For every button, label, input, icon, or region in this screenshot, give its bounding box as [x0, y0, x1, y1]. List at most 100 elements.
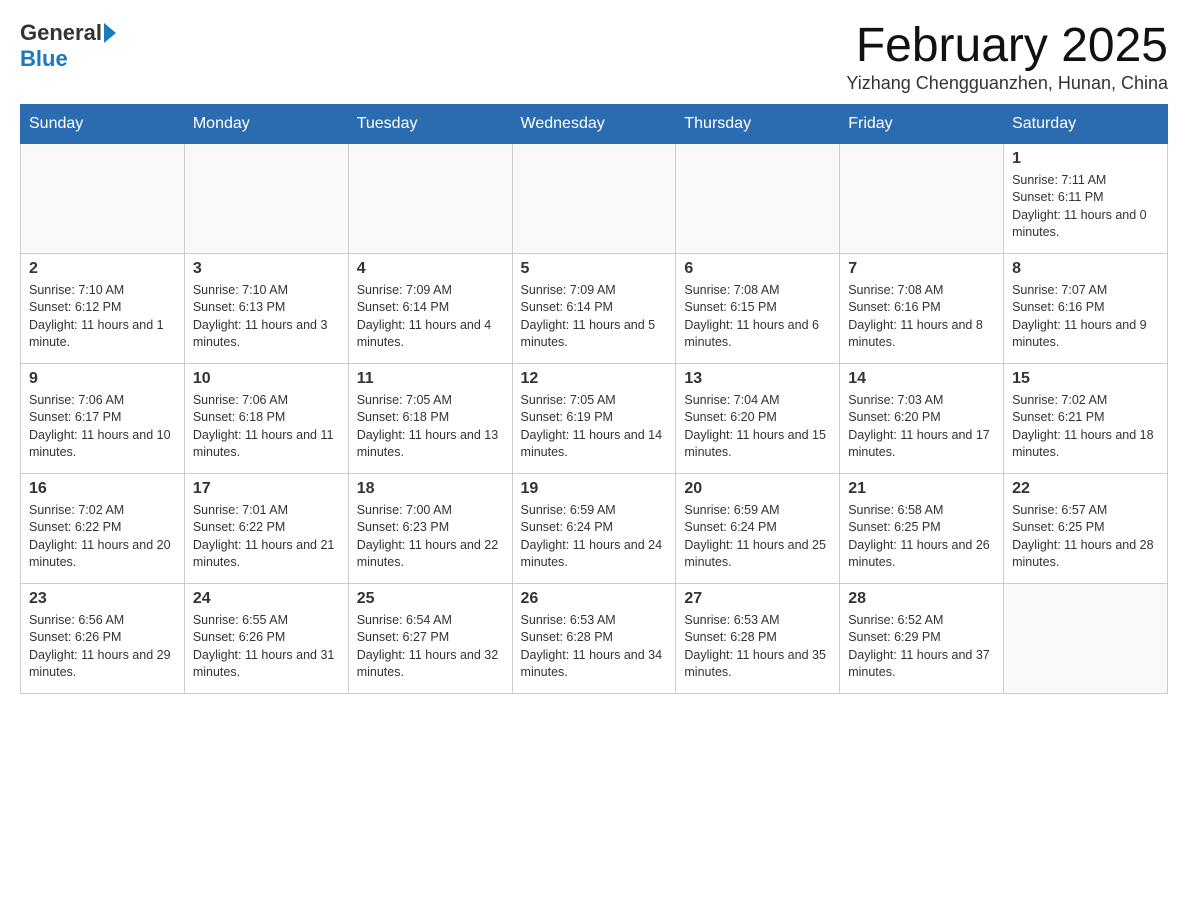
day-info: Sunrise: 7:01 AM Sunset: 6:22 PM Dayligh…	[193, 502, 340, 572]
day-header-wednesday: Wednesday	[512, 104, 676, 143]
day-info: Sunrise: 7:09 AM Sunset: 6:14 PM Dayligh…	[357, 282, 504, 352]
location-text: Yizhang Chengguanzhen, Hunan, China	[846, 73, 1168, 94]
calendar-day-cell: 14Sunrise: 7:03 AM Sunset: 6:20 PM Dayli…	[840, 363, 1004, 473]
day-header-thursday: Thursday	[676, 104, 840, 143]
day-info: Sunrise: 6:56 AM Sunset: 6:26 PM Dayligh…	[29, 612, 176, 682]
day-header-saturday: Saturday	[1004, 104, 1168, 143]
day-info: Sunrise: 7:10 AM Sunset: 6:12 PM Dayligh…	[29, 282, 176, 352]
day-number: 24	[193, 590, 340, 608]
calendar-week-row: 16Sunrise: 7:02 AM Sunset: 6:22 PM Dayli…	[21, 473, 1168, 583]
calendar-day-cell: 21 Sunrise: 6:58 AM Sunset: 6:25 PM Dayli…	[840, 473, 1004, 583]
calendar-day-cell: 18 Sunrise: 7:00 AM Sunset: 6:23 PM Dayli…	[348, 473, 512, 583]
calendar-day-cell: 13 Sunrise: 7:04 AM Sunset: 6:20 PM Dayli…	[676, 363, 840, 473]
calendar-day-cell: 15 Sunrise: 7:02 AM Sunset: 6:21 PM Dayli…	[1004, 363, 1168, 473]
day-info: Sunrise: 6:53 AM Sunset: 6:28 PM Dayligh…	[684, 612, 831, 682]
calendar-day-cell	[1004, 583, 1168, 693]
day-info: Sunrise: 7:11 AM Sunset: 6:11 PM Dayligh…	[1012, 172, 1159, 242]
day-number: 7	[848, 260, 995, 278]
day-number: 27	[684, 590, 831, 608]
day-info: Sunrise: 6:52 AM Sunset: 6:29 PM Dayligh…	[848, 612, 995, 682]
calendar-week-row: 1 Sunrise: 7:11 AM Sunset: 6:11 PM Daylig…	[21, 143, 1168, 253]
day-header-monday: Monday	[184, 104, 348, 143]
day-info: Sunrise: 6:55 AM Sunset: 6:26 PM Dayligh…	[193, 612, 340, 682]
calendar-day-cell	[21, 143, 185, 253]
day-number: 1	[1012, 150, 1159, 168]
day-number: 12	[521, 370, 668, 388]
calendar-table: SundayMondayTuesdayWednesdayThursdayFrid…	[20, 104, 1168, 694]
day-number: 20	[684, 480, 831, 498]
calendar-day-cell: 27 Sunrise: 6:53 AM Sunset: 6:28 PM Dayli…	[676, 583, 840, 693]
day-number: 8	[1012, 260, 1159, 278]
day-header-tuesday: Tuesday	[348, 104, 512, 143]
calendar-day-cell: 2 Sunrise: 7:10 AM Sunset: 6:12 PM Daylig…	[21, 253, 185, 363]
day-number: 22	[1012, 480, 1159, 498]
day-number: 21	[848, 480, 995, 498]
day-info: Sunrise: 7:03 AM Sunset: 6:20 PM Dayligh…	[848, 392, 995, 462]
day-info: Sunrise: 6:59 AM Sunset: 6:24 PM Dayligh…	[521, 502, 668, 572]
logo-arrow-icon	[104, 23, 116, 43]
day-number: 25	[357, 590, 504, 608]
calendar-day-cell: 5Sunrise: 7:09 AM Sunset: 6:14 PM Daylig…	[512, 253, 676, 363]
day-number: 19	[521, 480, 668, 498]
calendar-header-row: SundayMondayTuesdayWednesdayThursdayFrid…	[21, 104, 1168, 143]
calendar-week-row: 23 Sunrise: 6:56 AM Sunset: 6:26 PM Dayli…	[21, 583, 1168, 693]
calendar-day-cell: 1 Sunrise: 7:11 AM Sunset: 6:11 PM Daylig…	[1004, 143, 1168, 253]
day-info: Sunrise: 6:58 AM Sunset: 6:25 PM Dayligh…	[848, 502, 995, 572]
day-info: Sunrise: 7:08 AM Sunset: 6:15 PM Dayligh…	[684, 282, 831, 352]
calendar-day-cell	[676, 143, 840, 253]
title-section: February 2025 Yizhang Chengguanzhen, Hun…	[846, 20, 1168, 94]
day-number: 17	[193, 480, 340, 498]
day-number: 4	[357, 260, 504, 278]
day-header-friday: Friday	[840, 104, 1004, 143]
calendar-day-cell: 22Sunrise: 6:57 AM Sunset: 6:25 PM Dayli…	[1004, 473, 1168, 583]
calendar-day-cell: 12 Sunrise: 7:05 AM Sunset: 6:19 PM Dayli…	[512, 363, 676, 473]
day-number: 15	[1012, 370, 1159, 388]
day-info: Sunrise: 7:00 AM Sunset: 6:23 PM Dayligh…	[357, 502, 504, 572]
day-info: Sunrise: 7:02 AM Sunset: 6:21 PM Dayligh…	[1012, 392, 1159, 462]
calendar-day-cell: 23 Sunrise: 6:56 AM Sunset: 6:26 PM Dayli…	[21, 583, 185, 693]
day-info: Sunrise: 6:59 AM Sunset: 6:24 PM Dayligh…	[684, 502, 831, 572]
day-header-sunday: Sunday	[21, 104, 185, 143]
logo-blue-text: Blue	[20, 46, 68, 72]
day-number: 28	[848, 590, 995, 608]
calendar-week-row: 2 Sunrise: 7:10 AM Sunset: 6:12 PM Daylig…	[21, 253, 1168, 363]
day-number: 6	[684, 260, 831, 278]
day-number: 18	[357, 480, 504, 498]
calendar-day-cell	[184, 143, 348, 253]
calendar-week-row: 9 Sunrise: 7:06 AM Sunset: 6:17 PM Daylig…	[21, 363, 1168, 473]
day-number: 23	[29, 590, 176, 608]
day-number: 16	[29, 480, 176, 498]
calendar-day-cell: 28 Sunrise: 6:52 AM Sunset: 6:29 PM Dayli…	[840, 583, 1004, 693]
calendar-day-cell: 26 Sunrise: 6:53 AM Sunset: 6:28 PM Dayli…	[512, 583, 676, 693]
calendar-day-cell: 9 Sunrise: 7:06 AM Sunset: 6:17 PM Daylig…	[21, 363, 185, 473]
day-info: Sunrise: 7:10 AM Sunset: 6:13 PM Dayligh…	[193, 282, 340, 352]
calendar-day-cell: 11Sunrise: 7:05 AM Sunset: 6:18 PM Dayli…	[348, 363, 512, 473]
calendar-day-cell: 24 Sunrise: 6:55 AM Sunset: 6:26 PM Dayli…	[184, 583, 348, 693]
calendar-day-cell: 20 Sunrise: 6:59 AM Sunset: 6:24 PM Dayli…	[676, 473, 840, 583]
day-info: Sunrise: 7:08 AM Sunset: 6:16 PM Dayligh…	[848, 282, 995, 352]
calendar-day-cell: 8 Sunrise: 7:07 AM Sunset: 6:16 PM Daylig…	[1004, 253, 1168, 363]
calendar-day-cell: 16Sunrise: 7:02 AM Sunset: 6:22 PM Dayli…	[21, 473, 185, 583]
day-info: Sunrise: 6:53 AM Sunset: 6:28 PM Dayligh…	[521, 612, 668, 682]
calendar-day-cell: 19 Sunrise: 6:59 AM Sunset: 6:24 PM Dayli…	[512, 473, 676, 583]
logo-blue-part	[102, 23, 116, 43]
calendar-day-cell: 3Sunrise: 7:10 AM Sunset: 6:13 PM Daylig…	[184, 253, 348, 363]
day-info: Sunrise: 7:05 AM Sunset: 6:18 PM Dayligh…	[357, 392, 504, 462]
day-info: Sunrise: 6:54 AM Sunset: 6:27 PM Dayligh…	[357, 612, 504, 682]
day-info: Sunrise: 7:04 AM Sunset: 6:20 PM Dayligh…	[684, 392, 831, 462]
day-number: 10	[193, 370, 340, 388]
page-header: General Blue February 2025 Yizhang Cheng…	[20, 20, 1168, 94]
logo-general-text: General	[20, 20, 102, 46]
day-number: 2	[29, 260, 176, 278]
day-info: Sunrise: 7:07 AM Sunset: 6:16 PM Dayligh…	[1012, 282, 1159, 352]
calendar-day-cell: 7 Sunrise: 7:08 AM Sunset: 6:16 PM Daylig…	[840, 253, 1004, 363]
calendar-day-cell	[348, 143, 512, 253]
calendar-day-cell: 25 Sunrise: 6:54 AM Sunset: 6:27 PM Dayli…	[348, 583, 512, 693]
day-info: Sunrise: 7:05 AM Sunset: 6:19 PM Dayligh…	[521, 392, 668, 462]
day-number: 13	[684, 370, 831, 388]
day-number: 9	[29, 370, 176, 388]
logo: General Blue	[20, 20, 116, 72]
calendar-day-cell: 10Sunrise: 7:06 AM Sunset: 6:18 PM Dayli…	[184, 363, 348, 473]
day-number: 26	[521, 590, 668, 608]
day-info: Sunrise: 7:06 AM Sunset: 6:17 PM Dayligh…	[29, 392, 176, 462]
